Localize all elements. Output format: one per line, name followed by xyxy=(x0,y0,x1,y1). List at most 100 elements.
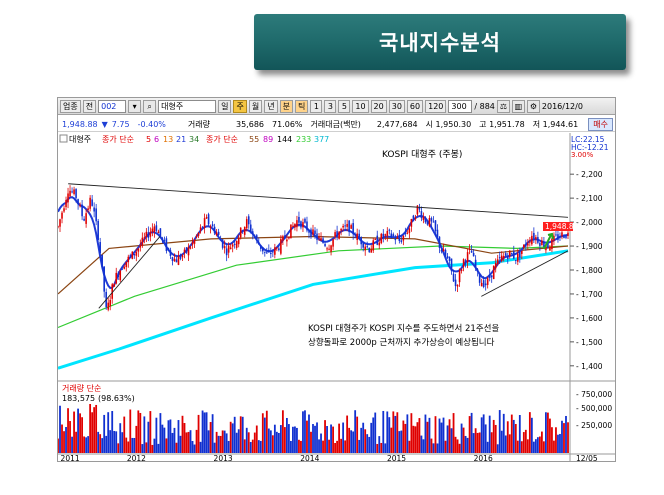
chart-area[interactable]: 대형주 종가 단순 5 6 13 21 34 종가 단순 55 89 144 2… xyxy=(58,133,616,462)
x-axis: 2011 2012 2013 2014 2015 2016 12/05 xyxy=(58,453,615,462)
minute-120[interactable]: 120 xyxy=(425,99,447,113)
volume-bar xyxy=(565,415,567,453)
minute-5[interactable]: 5 xyxy=(338,99,351,113)
candle-body xyxy=(472,252,475,257)
candle-body xyxy=(484,283,487,286)
candle-body xyxy=(519,250,521,258)
volume-bar xyxy=(338,423,341,453)
candle-body xyxy=(434,220,437,232)
buy-button[interactable]: 매수 xyxy=(588,118,613,131)
volume-bar xyxy=(518,415,521,453)
volume-bar xyxy=(77,408,79,453)
legend-checkbox[interactable] xyxy=(59,134,68,143)
volume-bar xyxy=(87,436,90,453)
volume-bar xyxy=(281,410,284,453)
candle-body xyxy=(376,235,379,245)
volume-bar xyxy=(147,421,150,453)
candle-body xyxy=(529,241,531,243)
volume-bar xyxy=(193,444,196,453)
volume-bar xyxy=(428,417,431,453)
minute-1[interactable]: 1 xyxy=(310,99,323,113)
minute-30[interactable]: 30 xyxy=(388,99,405,113)
candle-body xyxy=(527,243,529,246)
candle-body xyxy=(414,217,417,220)
candle-body xyxy=(255,235,258,240)
volume-bar xyxy=(553,440,555,453)
candle-body xyxy=(506,256,509,259)
category-select[interactable]: 업종 xyxy=(60,99,81,113)
minute-10[interactable]: 10 xyxy=(352,99,369,113)
candle-body xyxy=(404,232,407,235)
candle-body xyxy=(380,233,383,244)
search-icon[interactable]: ⌕ xyxy=(143,99,157,113)
volume-bar xyxy=(330,424,332,453)
candle-body xyxy=(294,223,296,228)
dropdown-icon[interactable]: ▾ xyxy=(128,99,142,113)
volume-bar xyxy=(402,420,405,453)
period-month[interactable]: 월 xyxy=(248,99,263,113)
volume-bar xyxy=(159,413,162,453)
price-chart[interactable]: 대형주 종가 단순 5 6 13 21 34 종가 단순 55 89 144 2… xyxy=(58,133,616,462)
all-select[interactable]: 전 xyxy=(82,99,97,113)
code-input[interactable]: 002 xyxy=(98,99,127,113)
volume-bar xyxy=(448,419,451,453)
scale-icon[interactable]: ⚖ xyxy=(496,99,510,113)
volume-bar xyxy=(452,413,455,453)
candle-body xyxy=(446,256,449,258)
volume-bar xyxy=(563,423,565,453)
volume-bar xyxy=(63,431,65,453)
volume-bar xyxy=(247,432,250,453)
candle-body xyxy=(402,235,405,241)
x-tick-label: 2014 xyxy=(300,454,319,462)
current-price: 1,948.88 xyxy=(62,120,98,129)
volume-bar xyxy=(354,410,357,453)
candle-body xyxy=(537,237,539,243)
minute-3[interactable]: 3 xyxy=(324,99,337,113)
volume-panel-label: 거래량 단순 xyxy=(62,383,101,393)
candle-body xyxy=(225,248,228,256)
period-day[interactable]: 일 xyxy=(218,99,232,113)
candle-body xyxy=(237,237,240,245)
volume-bar xyxy=(179,435,182,453)
candle-body xyxy=(468,248,471,250)
y-tick-label: - 2,100 xyxy=(576,194,603,203)
candle-body xyxy=(352,223,354,235)
legend-ma55: 55 xyxy=(249,135,259,144)
candle-body xyxy=(197,232,200,236)
minute-60[interactable]: 60 xyxy=(406,99,424,113)
volume-bar xyxy=(167,420,170,453)
volume-bar xyxy=(205,412,208,453)
period-tick[interactable]: 틱 xyxy=(294,99,309,113)
candle-body xyxy=(362,243,364,248)
volume-bar xyxy=(316,422,318,453)
trendline xyxy=(98,236,161,309)
index-name-field[interactable]: 대형주 xyxy=(158,99,217,113)
volume-bar xyxy=(191,441,194,453)
period-week[interactable]: 주 xyxy=(233,99,247,113)
volume-bar xyxy=(372,417,375,453)
settings-icon[interactable]: ⚙ xyxy=(526,99,540,113)
volume-bar xyxy=(261,413,264,453)
candle-body xyxy=(382,233,385,238)
volume-bar xyxy=(352,431,355,453)
pct-tag: 3.00% xyxy=(571,151,594,159)
volume-bar xyxy=(474,428,477,453)
volume-bar xyxy=(277,432,280,453)
volume-bar xyxy=(223,430,226,453)
chart-icon[interactable]: ▥ xyxy=(511,99,525,113)
candle-body xyxy=(223,246,226,249)
candle-body xyxy=(428,217,431,227)
volume-bar xyxy=(559,433,561,453)
candle-body xyxy=(101,254,103,268)
volume-bar xyxy=(171,432,174,453)
count-input[interactable]: 300 xyxy=(448,99,473,113)
period-year[interactable]: 년 xyxy=(264,99,278,113)
volume-bar xyxy=(221,430,224,453)
candle-body xyxy=(318,237,320,239)
period-minute[interactable]: 분 xyxy=(279,99,293,113)
candle-body xyxy=(109,299,112,307)
candle-body xyxy=(400,240,403,242)
volume-bar xyxy=(79,413,81,453)
candle-body xyxy=(137,248,140,252)
minute-20[interactable]: 20 xyxy=(370,99,387,113)
